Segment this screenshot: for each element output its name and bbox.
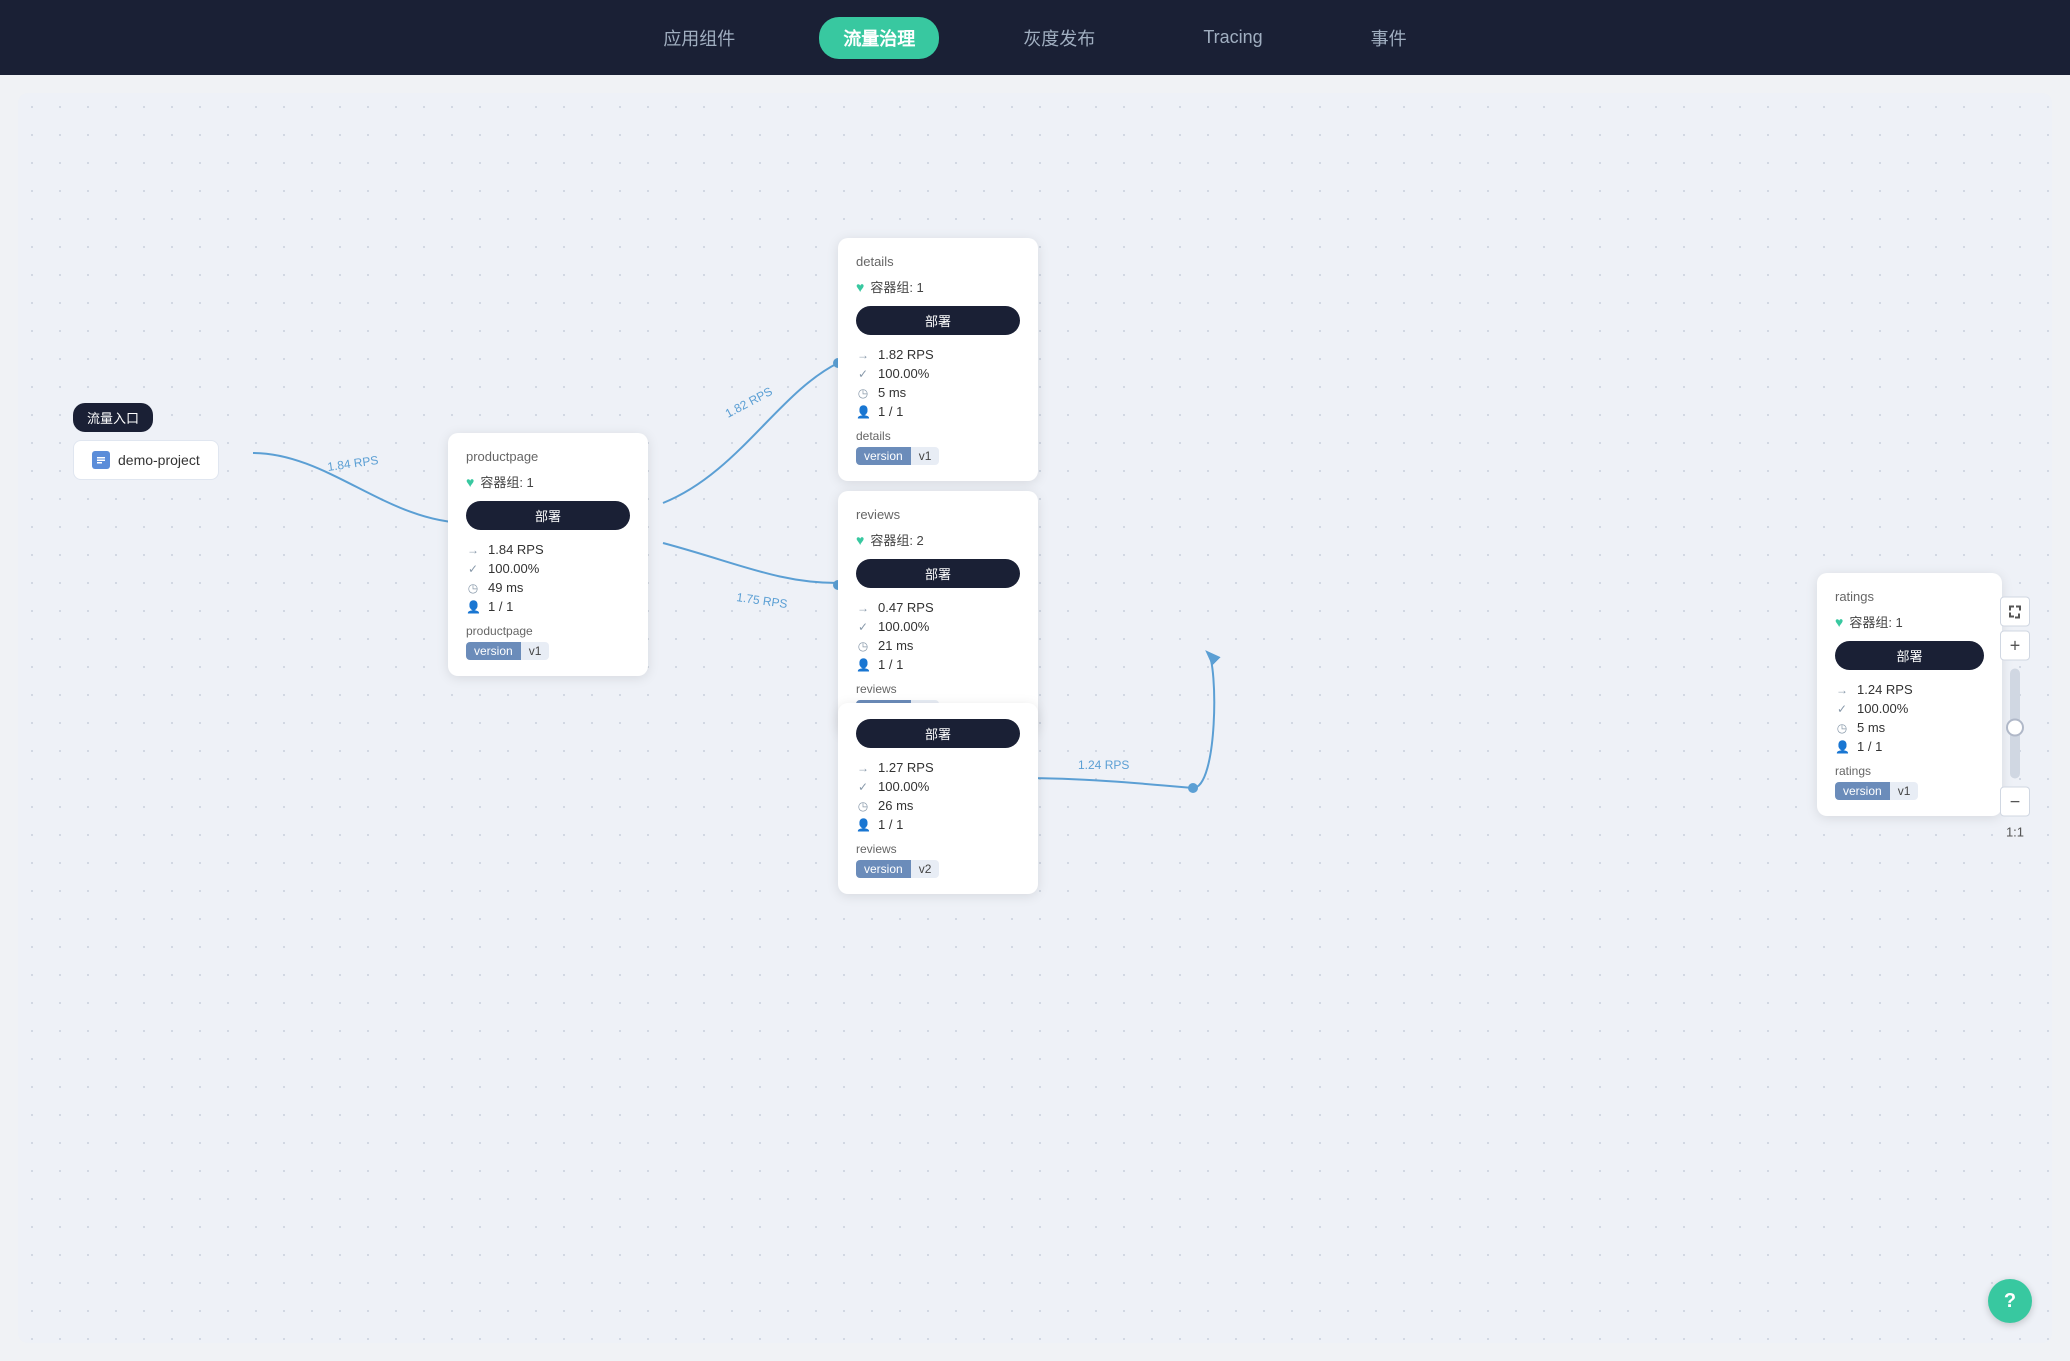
latency-icon-r: ◷ xyxy=(1835,721,1849,735)
project-name: demo-project xyxy=(118,452,200,468)
success-value-pp: 100.00% xyxy=(488,561,539,576)
health-icon-details: ♥ xyxy=(856,279,864,295)
version-tag-rv2: version v2 xyxy=(856,860,939,878)
container-label-productpage: 容器组: 1 xyxy=(480,472,533,491)
health-icon-productpage: ♥ xyxy=(466,474,474,490)
success-value-r: 100.00% xyxy=(1857,701,1908,716)
instance-icon-rv2: 👤 xyxy=(856,818,870,832)
deploy-badge-rv2: 部署 xyxy=(856,719,1020,748)
instance-value-rv2: 1 / 1 xyxy=(878,817,903,832)
instance-value-pp: 1 / 1 xyxy=(488,599,513,614)
entry-node: 流量入口 demo-project xyxy=(73,403,219,480)
success-value-rv1: 100.00% xyxy=(878,619,929,634)
latency-value-rv1: 21 ms xyxy=(878,638,913,653)
deploy-badge-details: 部署 xyxy=(856,306,1020,335)
conn-label-2: 1.82 RPS xyxy=(723,384,775,420)
nav-item-grayscale[interactable]: 灰度发布 xyxy=(999,17,1119,59)
rps-value-d: 1.82 RPS xyxy=(878,347,934,362)
zoom-controls: + − 1:1 xyxy=(2000,597,2030,840)
latency-icon-rv2: ◷ xyxy=(856,799,870,813)
success-icon-rv2: ✓ xyxy=(856,780,870,794)
zoom-out-button[interactable]: − xyxy=(2000,787,2030,817)
conn-label-4: 1.24 RPS xyxy=(1078,758,1129,772)
rps-value-rv2: 1.27 RPS xyxy=(878,760,934,775)
expand-button[interactable] xyxy=(2000,597,2030,627)
rps-icon-rv2: → xyxy=(856,761,870,775)
svc-name-label-r: ratings xyxy=(1835,764,1984,778)
rps-icon-d: → xyxy=(856,348,870,362)
latency-icon-d: ◷ xyxy=(856,386,870,400)
productpage-title: productpage xyxy=(466,449,630,464)
ratings-card[interactable]: ratings ♥ 容器组: 1 部署 → 1.24 RPS ✓ 100.00%… xyxy=(1817,573,2002,816)
rps-icon-rv1: → xyxy=(856,601,870,615)
instance-icon-d: 👤 xyxy=(856,405,870,419)
conn-label-3: 1.75 RPS xyxy=(736,590,789,611)
rps-icon-pp: → xyxy=(466,543,480,557)
latency-icon-rv1: ◷ xyxy=(856,639,870,653)
container-label-ratings: 容器组: 1 xyxy=(1849,612,1902,631)
svc-name-label-d: details xyxy=(856,429,1020,443)
details-card[interactable]: details ♥ 容器组: 1 部署 → 1.82 RPS ✓ 100.00%… xyxy=(838,238,1038,481)
instance-value-d: 1 / 1 xyxy=(878,404,903,419)
conn-label-1: 1.84 RPS xyxy=(326,453,379,474)
success-icon-pp: ✓ xyxy=(466,562,480,576)
version-tag-d: version v1 xyxy=(856,447,939,465)
zoom-in-button[interactable]: + xyxy=(2000,631,2030,661)
latency-value-d: 5 ms xyxy=(878,385,906,400)
details-title: details xyxy=(856,254,1020,269)
reviews-v1-title: reviews xyxy=(856,507,1020,522)
rps-value-pp: 1.84 RPS xyxy=(488,542,544,557)
instance-icon-rv1: 👤 xyxy=(856,658,870,672)
nav-item-traffic[interactable]: 流量治理 xyxy=(819,17,939,59)
latency-value-rv2: 26 ms xyxy=(878,798,913,813)
productpage-card[interactable]: productpage ♥ 容器组: 1 部署 → 1.84 RPS ✓ 100… xyxy=(448,433,648,676)
instance-value-r: 1 / 1 xyxy=(1857,739,1882,754)
latency-value-r: 5 ms xyxy=(1857,720,1885,735)
reviews-v1-card[interactable]: reviews ♥ 容器组: 2 部署 → 0.47 RPS ✓ 100.00%… xyxy=(838,491,1038,734)
deploy-badge-rv1: 部署 xyxy=(856,559,1020,588)
success-value-d: 100.00% xyxy=(878,366,929,381)
rps-value-rv1: 0.47 RPS xyxy=(878,600,934,615)
latency-icon-pp: ◷ xyxy=(466,581,480,595)
version-tag-pp: version v1 xyxy=(466,642,549,660)
nav-item-events[interactable]: 事件 xyxy=(1347,17,1431,59)
version-tag-r: version v1 xyxy=(1835,782,1918,800)
flow-canvas: 1.84 RPS 1.82 RPS 1.75 RPS 1.24 RPS 流量入口 xyxy=(18,93,2052,1343)
top-navigation: 应用组件 流量治理 灰度发布 Tracing 事件 xyxy=(0,0,2070,75)
deploy-badge-ratings: 部署 xyxy=(1835,641,1984,670)
zoom-slider-thumb[interactable] xyxy=(2006,718,2024,736)
health-icon-rv1: ♥ xyxy=(856,532,864,548)
container-label-rv1: 容器组: 2 xyxy=(870,530,923,549)
health-icon-ratings: ♥ xyxy=(1835,614,1843,630)
nav-item-apps[interactable]: 应用组件 xyxy=(639,17,759,59)
rps-value-r: 1.24 RPS xyxy=(1857,682,1913,697)
zoom-slider-track xyxy=(2010,669,2020,779)
rps-icon-r: → xyxy=(1835,683,1849,697)
reviews-v2-card[interactable]: 部署 → 1.27 RPS ✓ 100.00% ◷ 26 ms 👤 1 / 1 … xyxy=(838,703,1038,894)
instance-value-rv1: 1 / 1 xyxy=(878,657,903,672)
help-button[interactable]: ? xyxy=(1988,1279,2032,1323)
success-icon-d: ✓ xyxy=(856,367,870,381)
instance-icon-pp: 👤 xyxy=(466,600,480,614)
nav-item-tracing[interactable]: Tracing xyxy=(1179,19,1286,56)
zoom-ratio-label: 1:1 xyxy=(2006,825,2024,840)
entry-badge: 流量入口 xyxy=(73,403,153,432)
svc-name-label-rv1: reviews xyxy=(856,682,1020,696)
svc-name-label-rv2: reviews xyxy=(856,842,1020,856)
ratings-title: ratings xyxy=(1835,589,1984,604)
success-value-rv2: 100.00% xyxy=(878,779,929,794)
container-label-details: 容器组: 1 xyxy=(870,277,923,296)
latency-value-pp: 49 ms xyxy=(488,580,523,595)
project-icon xyxy=(92,451,110,469)
deploy-badge-productpage: 部署 xyxy=(466,501,630,530)
success-icon-rv1: ✓ xyxy=(856,620,870,634)
svc-name-label-pp: productpage xyxy=(466,624,630,638)
instance-icon-r: 👤 xyxy=(1835,740,1849,754)
success-icon-r: ✓ xyxy=(1835,702,1849,716)
entry-content: demo-project xyxy=(73,440,219,480)
